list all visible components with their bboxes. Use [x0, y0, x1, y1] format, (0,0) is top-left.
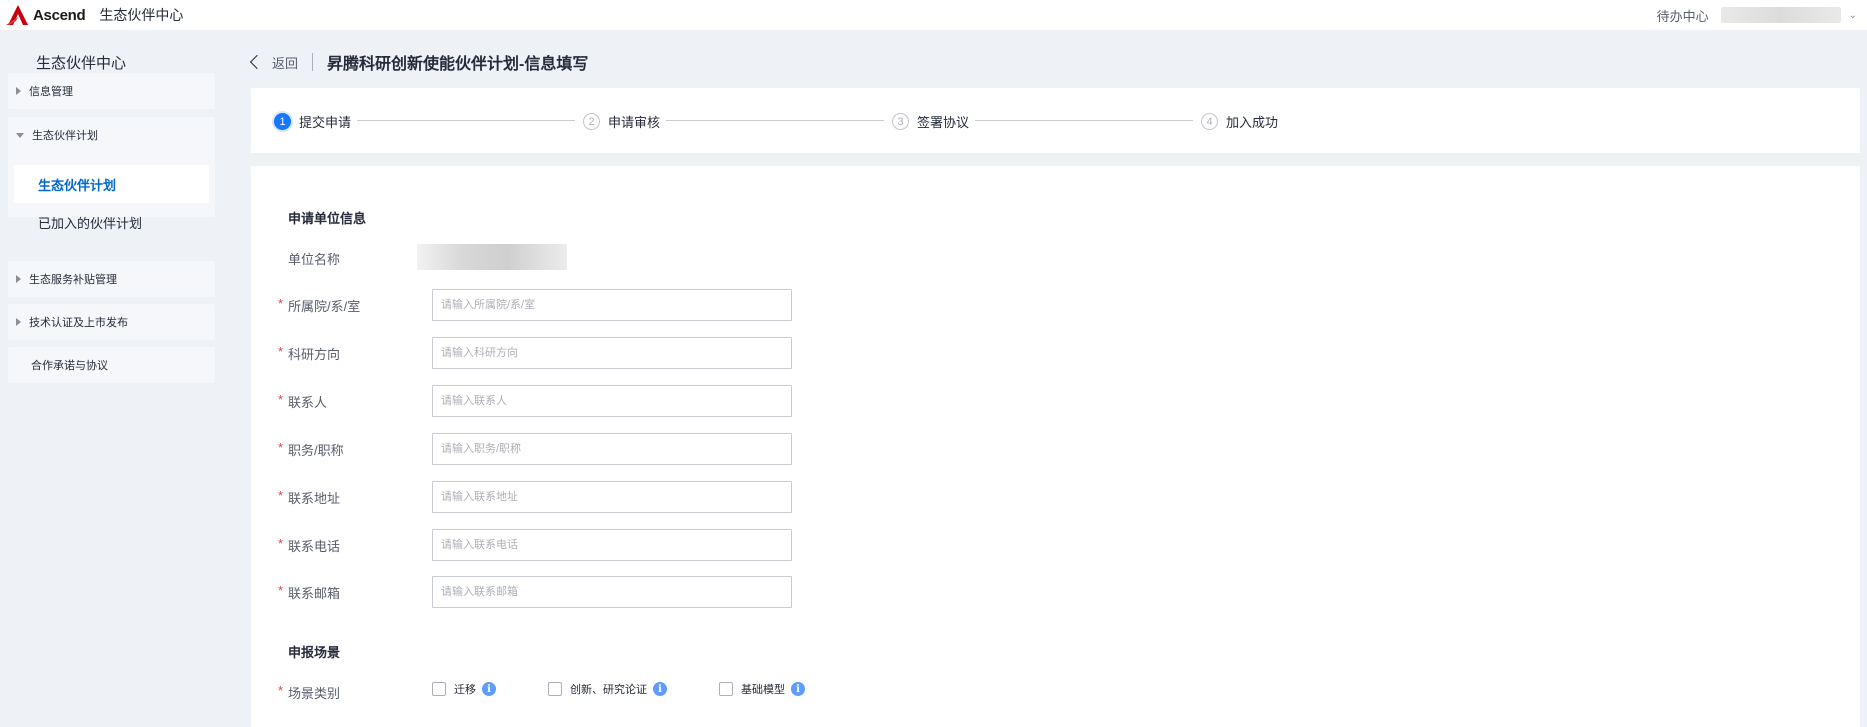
required-mark: * — [278, 536, 284, 551]
caret-right-icon — [16, 87, 21, 95]
step-connector — [666, 120, 884, 121]
caret-right-icon — [16, 275, 21, 283]
info-icon[interactable]: i — [482, 682, 496, 696]
sidebar-group-header[interactable]: 生态服务补贴管理 — [8, 261, 215, 297]
contact-person-label: * 联系人 — [278, 392, 328, 410]
step-join-success: 4 加入成功 — [1201, 112, 1278, 131]
info-icon[interactable]: i — [791, 682, 805, 696]
step-number: 3 — [892, 113, 909, 130]
sidebar-group-header[interactable]: 生态伙伴计划 — [8, 117, 215, 153]
unit-name-value-redacted — [417, 244, 567, 270]
sidebar-group-header[interactable]: 合作承诺与协议 — [8, 347, 215, 383]
checkbox[interactable] — [719, 682, 733, 696]
checkbox[interactable] — [548, 682, 562, 696]
sidebar-item-partner-plan[interactable]: 生态伙伴计划 — [14, 165, 209, 203]
step-application-review: 2 申请审核 — [583, 112, 660, 131]
step-label: 申请审核 — [608, 115, 661, 130]
caret-right-icon — [16, 318, 21, 326]
required-mark: * — [278, 392, 284, 407]
sidebar: 生态伙伴中心 信息管理 生态伙伴计划 生态伙伴计划 已加入的伙伴计划 生态服务补… — [0, 30, 220, 727]
chevron-left-icon[interactable] — [249, 54, 265, 70]
sidebar-title: 生态伙伴中心 — [36, 55, 127, 72]
department-label: * 所属院/系/室 — [278, 296, 361, 314]
checkbox[interactable] — [432, 682, 446, 696]
sidebar-group-label: 信息管理 — [29, 86, 73, 98]
required-mark: * — [278, 296, 284, 311]
user-name-redacted[interactable] — [1720, 7, 1841, 23]
step-connector — [357, 120, 575, 121]
ascend-logo[interactable]: Ascend — [6, 4, 86, 26]
contact-address-label: * 联系地址 — [278, 488, 341, 506]
required-mark: * — [278, 344, 284, 359]
required-mark: * — [278, 488, 284, 503]
job-title-input[interactable] — [432, 433, 792, 465]
job-title-label: * 职务/职称 — [278, 440, 344, 458]
chevron-down-icon[interactable]: ⌄ — [1849, 10, 1857, 21]
caret-down-icon — [16, 132, 24, 138]
sidebar-group-label: 生态服务补贴管理 — [29, 274, 117, 286]
brand-name: Ascend — [33, 6, 86, 24]
scenario-option-migration[interactable]: 迁移 i — [432, 681, 496, 697]
divider — [312, 53, 314, 71]
sidebar-group-service-subsidy[interactable]: 生态服务补贴管理 — [8, 261, 215, 297]
contact-email-input[interactable] — [432, 576, 792, 608]
app-title: 生态伙伴中心 — [99, 7, 184, 23]
step-sign-agreement: 3 签署协议 — [892, 112, 969, 131]
breadcrumb: 返回 昇腾科研创新使能伙伴计划-信息填写 — [249, 50, 589, 74]
scenario-options: 迁移 i 创新、研究论证 i 基础模型 i — [432, 681, 857, 697]
research-direction-input[interactable] — [432, 337, 792, 369]
sidebar-group-label: 合作承诺与协议 — [31, 360, 108, 372]
required-mark: * — [278, 583, 284, 598]
scenario-option-foundation-model[interactable]: 基础模型 i — [719, 681, 805, 697]
sidebar-group-cooperation-agreement[interactable]: 合作承诺与协议 — [8, 347, 215, 383]
contact-address-input[interactable] — [432, 481, 792, 513]
top-bar: Ascend 生态伙伴中心 待办中心 ⌄ — [0, 0, 1867, 30]
step-label: 签署协议 — [917, 115, 970, 130]
sidebar-item-joined-plans[interactable]: 已加入的伙伴计划 — [8, 203, 215, 241]
sidebar-group-header[interactable]: 信息管理 — [8, 73, 215, 109]
sidebar-group-tech-certification[interactable]: 技术认证及上市发布 — [8, 304, 215, 340]
step-label: 加入成功 — [1226, 115, 1279, 130]
section-title-scenario: 申报场景 — [288, 645, 341, 660]
step-number: 2 — [583, 113, 600, 130]
form-card: 申请单位信息 单位名称 *所属院/系/室 *科研方向 *联系人 *职务/职称 *… — [251, 166, 1860, 727]
steps-card: 1 提交申请 2 申请审核 3 签署协议 4 加入成功 — [251, 88, 1860, 153]
info-icon[interactable]: i — [653, 682, 667, 696]
checkbox-label[interactable]: 创新、研究论证 — [570, 681, 647, 697]
ascend-logo-icon — [6, 5, 28, 25]
research-direction-label: * 科研方向 — [278, 344, 341, 362]
contact-phone-input[interactable] — [432, 529, 792, 561]
checkbox-label[interactable]: 基础模型 — [741, 681, 785, 697]
todo-center-link[interactable]: 待办中心 — [1657, 6, 1709, 25]
scenario-type-label: * 场景类别 — [278, 683, 341, 701]
checkbox-label[interactable]: 迁移 — [454, 681, 476, 697]
contact-email-label: * 联系邮箱 — [278, 583, 341, 601]
section-title-applicant: 申请单位信息 — [288, 211, 367, 226]
department-input[interactable] — [432, 289, 792, 321]
page-title: 昇腾科研创新使能伙伴计划-信息填写 — [327, 56, 589, 73]
back-link[interactable]: 返回 — [272, 53, 298, 72]
step-connector — [975, 120, 1193, 121]
sidebar-group-header[interactable]: 技术认证及上市发布 — [8, 304, 215, 340]
scenario-option-innovation-research[interactable]: 创新、研究论证 i — [548, 681, 667, 697]
topbar-right: 待办中心 ⌄ — [1657, 0, 1857, 30]
step-submit-application: 1 提交申请 — [274, 112, 351, 131]
unit-name-label: 单位名称 — [288, 252, 341, 267]
step-number: 1 — [274, 113, 291, 130]
contact-phone-label: * 联系电话 — [278, 536, 341, 554]
step-label: 提交申请 — [299, 115, 352, 130]
sidebar-group-label: 技术认证及上市发布 — [29, 317, 128, 329]
sidebar-group-label: 生态伙伴计划 — [32, 130, 98, 142]
required-mark: * — [278, 683, 284, 698]
required-mark: * — [278, 440, 284, 455]
contact-person-input[interactable] — [432, 385, 792, 417]
step-number: 4 — [1201, 113, 1218, 130]
sidebar-group-info-management[interactable]: 信息管理 — [8, 73, 215, 109]
